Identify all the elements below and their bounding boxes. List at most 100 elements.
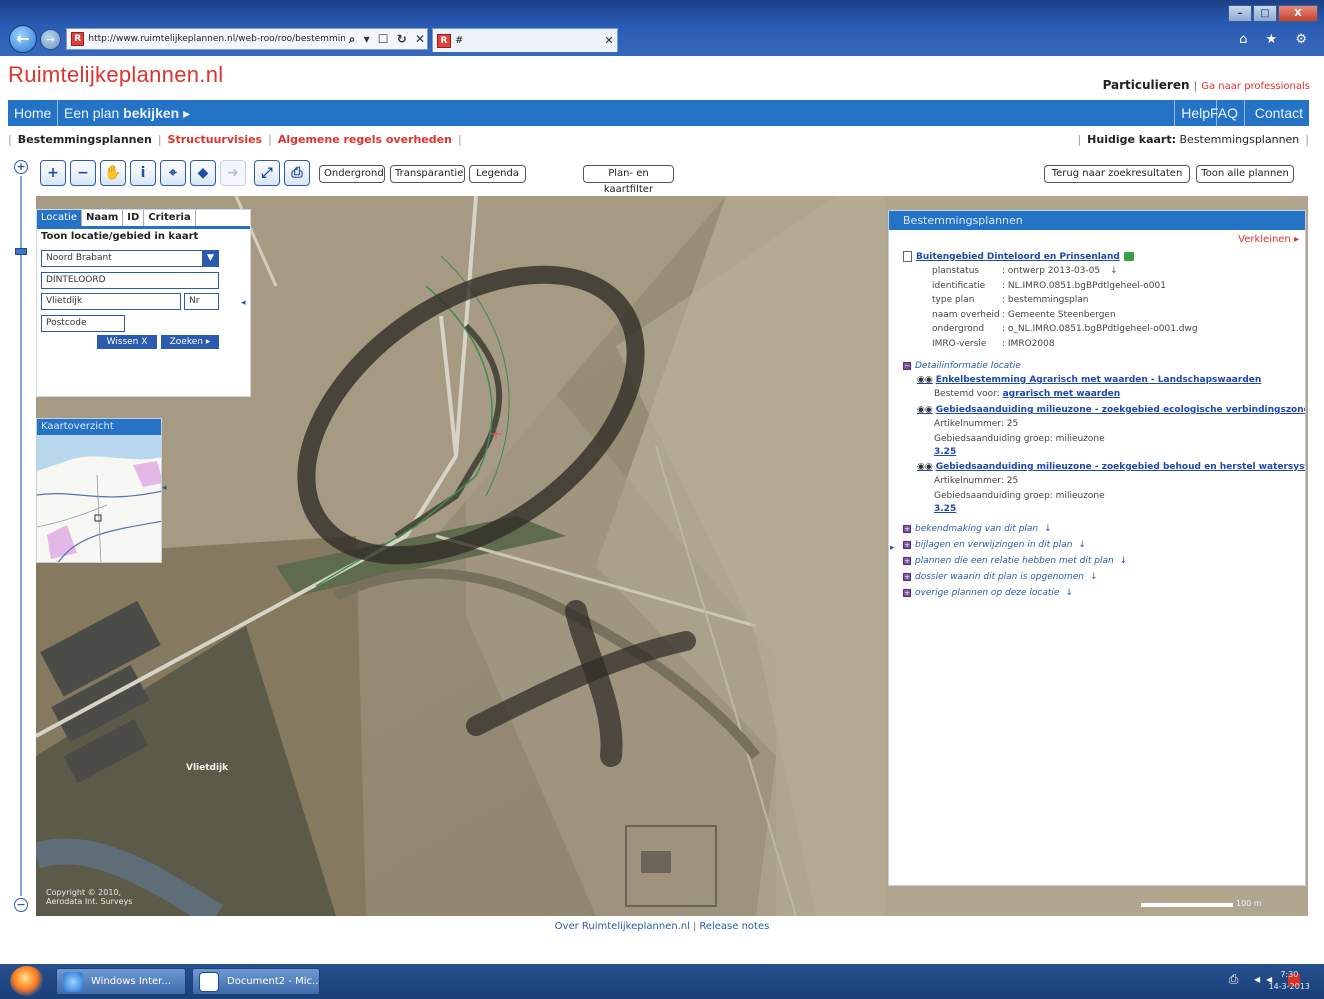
maximize-button[interactable]: □ xyxy=(1253,5,1277,22)
info-tool[interactable]: i xyxy=(130,160,156,186)
download-icon[interactable]: ↓ xyxy=(1044,524,1052,534)
section-row[interactable]: + overige plannen op deze locatie ↓ xyxy=(903,588,1073,598)
legenda-button[interactable]: Legenda xyxy=(469,165,526,183)
meta-key: IMRO-versie xyxy=(932,338,987,349)
chevron-down-icon[interactable]: ▼ xyxy=(202,250,219,267)
show-all-plans-button[interactable]: Toon alle plannen xyxy=(1196,165,1294,183)
house-number-field[interactable]: Nr xyxy=(184,293,219,310)
province-select[interactable]: Noord Brabant xyxy=(41,250,219,267)
clock[interactable]: 7:30 14-3-2013 xyxy=(1269,969,1310,993)
zoom-in-icon[interactable]: + xyxy=(14,160,28,174)
nav-contact[interactable]: Contact xyxy=(1249,100,1309,126)
locate-tool[interactable]: ◆ xyxy=(190,160,216,186)
section-row[interactable]: + bijlagen en verwijzingen in dit plan ↓ xyxy=(903,540,1086,550)
section-label[interactable]: overige plannen op deze locatie xyxy=(915,588,1059,598)
bestemd-value-link[interactable]: agrarisch met waarden xyxy=(1003,389,1121,399)
site-logo[interactable]: Ruimtelijkeplannen.nl xyxy=(8,62,223,88)
tab-close-icon[interactable]: ✕ xyxy=(601,34,617,47)
close-window-button[interactable]: X xyxy=(1278,5,1318,22)
about-link[interactable]: Over Ruimtelijkeplannen.nl xyxy=(555,921,690,932)
plan-title-row[interactable]: Buitengebied Dinteloord en Prinsenland xyxy=(903,251,1134,262)
ondergrond-button[interactable]: Ondergrond xyxy=(319,165,385,183)
collapse-icon[interactable]: − xyxy=(903,361,911,370)
window-controls: – □ X xyxy=(1228,5,1318,22)
back-to-results-button[interactable]: Terug naar zoekresultaten xyxy=(1044,165,1190,183)
zoom-in-tool[interactable]: + xyxy=(40,160,66,186)
detail-info-heading[interactable]: − Detailinformatie locatie xyxy=(903,361,1021,371)
tab-locatie[interactable]: Locatie xyxy=(37,210,82,226)
full-extent-tool[interactable]: ⤢ xyxy=(254,160,280,186)
address-url[interactable]: http://www.ruimtelijkeplannen.nl/web-roo… xyxy=(88,34,344,44)
shrink-panel-link[interactable]: Verkleinen ▸ xyxy=(1238,234,1299,245)
tab-id[interactable]: ID xyxy=(123,210,145,226)
expand-icon[interactable]: + xyxy=(903,572,911,581)
section-label[interactable]: bijlagen en verwijzingen in dit plan xyxy=(915,540,1072,550)
professionals-link[interactable]: Ga naar professionals xyxy=(1201,81,1310,92)
nav-view-plan[interactable]: Een plan bekijken ▸ xyxy=(58,100,206,126)
overview-map[interactable]: Kaartoverzicht xyxy=(36,418,162,563)
section-row[interactable]: + bekendmaking van dit plan ↓ xyxy=(903,524,1052,534)
zoom-out-tool[interactable]: − xyxy=(70,160,96,186)
postcode-field[interactable]: Postcode xyxy=(41,315,125,332)
expand-icon[interactable]: + xyxy=(903,540,911,549)
transparantie-button[interactable]: Transparantie xyxy=(390,165,465,183)
browser-toolbar-icons[interactable]: ⌂ ★ ⚙ xyxy=(1239,32,1314,47)
section-label[interactable]: dossier waarin dit plan is opgenomen xyxy=(915,572,1084,582)
taskbar: Windows Inter... Document2 - Mic... ⎙ ◂◂… xyxy=(0,964,1324,999)
zoom-slider-handle[interactable] xyxy=(15,248,27,255)
browser-tab[interactable]: R # ✕ xyxy=(432,28,618,52)
expand-icon[interactable]: + xyxy=(903,524,911,533)
subnav-bestemmingsplannen[interactable]: Bestemmingsplannen xyxy=(18,133,152,146)
start-button[interactable] xyxy=(10,966,44,996)
download-icon[interactable]: ↓ xyxy=(1120,556,1128,566)
download-icon[interactable]: ↓ xyxy=(1065,588,1073,598)
detail-number-2[interactable]: 3.25 xyxy=(934,447,956,457)
section-label[interactable]: bekendmaking van dit plan xyxy=(915,524,1038,534)
detail-title-1[interactable]: Enkelbestemming Agrarisch met waarden - … xyxy=(936,375,1262,385)
section-row[interactable]: + dossier waarin dit plan is opgenomen ↓ xyxy=(903,572,1098,582)
zoom-out-icon[interactable]: − xyxy=(14,898,28,912)
taskbar-ie-button[interactable]: Windows Inter... xyxy=(56,968,186,995)
collapse-left-icon[interactable]: ◂ xyxy=(241,298,246,308)
back-button[interactable]: ← xyxy=(9,25,37,53)
plan-info-panel: Bestemmingsplannen Verkleinen ▸ Buitenge… xyxy=(888,210,1306,886)
download-icon[interactable]: ↓ xyxy=(1110,266,1118,276)
info-panel-collapse-icon[interactable]: ▸ xyxy=(890,543,895,553)
tab-naam[interactable]: Naam xyxy=(82,210,124,226)
download-icon[interactable]: ↓ xyxy=(1090,572,1098,582)
subnav-algemene-regels[interactable]: Algemene regels overheden xyxy=(278,133,452,146)
zoom-slider-track[interactable] xyxy=(20,176,22,896)
taskbar-word-button[interactable]: Document2 - Mic... xyxy=(192,968,320,995)
clear-button[interactable]: Wissen X xyxy=(97,335,157,349)
pan-tool[interactable]: ✋ xyxy=(100,160,126,186)
detail-link-3[interactable]: ◉◉ Gebiedsaanduiding milieuzone - zoekgeb… xyxy=(917,462,1305,472)
detail-link-2[interactable]: ◉◉ Gebiedsaanduiding milieuzone - zoekgeb… xyxy=(917,405,1305,415)
overview-collapse-icon[interactable]: ◂ xyxy=(162,483,167,493)
place-field[interactable]: DINTELOORD xyxy=(41,272,219,289)
measure-tool[interactable]: ⌖ xyxy=(160,160,186,186)
address-bar-icons[interactable]: ⌕ ▾ ☐ ↻ ✕ xyxy=(349,32,427,47)
detail-number-3[interactable]: 3.25 xyxy=(934,504,956,514)
nav-home[interactable]: Home xyxy=(8,100,58,126)
section-label[interactable]: plannen die een relatie hebben met dit p… xyxy=(915,556,1114,566)
section-row[interactable]: + plannen die een relatie hebben met dit … xyxy=(903,556,1127,566)
forward-button[interactable]: → xyxy=(40,29,61,50)
forward-tool[interactable]: ➜ xyxy=(220,160,246,186)
street-field[interactable]: Vlietdijk xyxy=(41,293,181,310)
minimize-button[interactable]: – xyxy=(1228,5,1252,22)
detail-title-2[interactable]: Gebiedsaanduiding milieuzone - zoekgebie… xyxy=(936,405,1305,415)
nav-faq[interactable]: FAQ xyxy=(1204,100,1245,126)
search-button[interactable]: Zoeken ▸ xyxy=(161,335,219,349)
print-tool[interactable]: ⎙ xyxy=(284,160,310,186)
detail-link-1[interactable]: ◉◉ Enkelbestemming Agrarisch met waarden … xyxy=(917,375,1261,385)
plan-filter-button[interactable]: Plan- en kaartfilter xyxy=(583,165,674,195)
address-bar[interactable]: R http://www.ruimtelijkeplannen.nl/web-r… xyxy=(66,28,428,50)
detail-title-3[interactable]: Gebiedsaanduiding milieuzone - zoekgebie… xyxy=(936,462,1305,472)
release-notes-link[interactable]: Release notes xyxy=(699,921,769,932)
expand-icon[interactable]: + xyxy=(903,556,911,565)
expand-icon[interactable]: + xyxy=(903,588,911,597)
plan-name-link[interactable]: Buitengebied Dinteloord en Prinsenland xyxy=(916,252,1120,262)
download-icon[interactable]: ↓ xyxy=(1078,540,1086,550)
subnav-structuurvisies[interactable]: Structuurvisies xyxy=(168,133,263,146)
tab-criteria[interactable]: Criteria xyxy=(144,210,196,226)
